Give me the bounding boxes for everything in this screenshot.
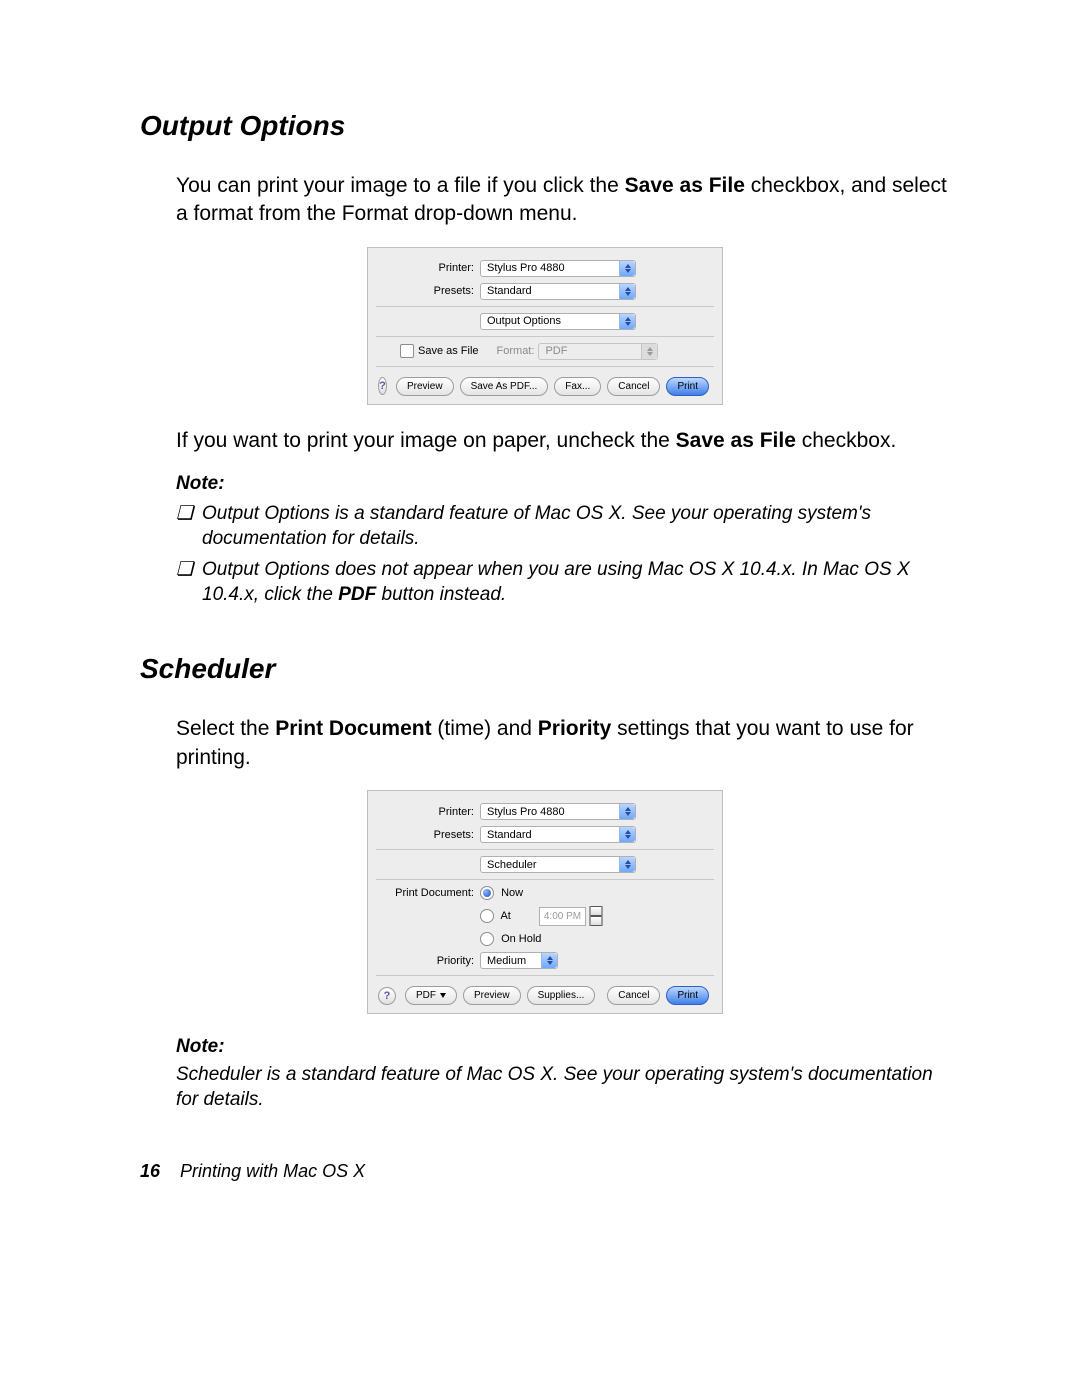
para-scheduler-1: Select the Print Document (time) and Pri… <box>140 715 950 772</box>
preview-button[interactable]: Preview <box>463 986 521 1005</box>
radio-now[interactable] <box>480 886 494 900</box>
para-output-1: You can print your image to a file if yo… <box>140 172 950 229</box>
chevron-updown-icon <box>641 344 657 359</box>
bullet-icon: ❏ <box>176 501 202 551</box>
dropdown-pane[interactable]: Output Options <box>480 313 636 330</box>
preview-button[interactable]: Preview <box>396 377 454 396</box>
time-field[interactable]: 4:00 PM <box>539 907 586 926</box>
radio-at[interactable] <box>480 909 494 923</box>
label-on-hold: On Hold <box>501 933 541 945</box>
dropdown-presets[interactable]: Standard <box>480 826 636 843</box>
dropdown-format: PDF <box>538 343 658 360</box>
dropdown-presets[interactable]: Standard <box>480 283 636 300</box>
heading-output-options: Output Options <box>140 110 950 142</box>
label-save-as-file: Save as File <box>418 345 479 357</box>
chevron-updown-icon <box>619 261 635 276</box>
time-stepper[interactable] <box>589 906 603 926</box>
label-now: Now <box>501 887 523 899</box>
label-print-document: Print Document: <box>368 887 480 899</box>
radio-on-hold[interactable] <box>480 932 494 946</box>
print-button[interactable]: Print <box>666 377 709 396</box>
label-at: At <box>500 910 510 922</box>
chevron-updown-icon <box>619 804 635 819</box>
label-printer: Printer: <box>368 262 480 274</box>
chevron-updown-icon <box>619 827 635 842</box>
checkbox-save-as-file[interactable] <box>400 344 414 358</box>
chevron-updown-icon <box>619 314 635 329</box>
chevron-updown-icon <box>619 284 635 299</box>
save-as-pdf-button[interactable]: Save As PDF... <box>460 377 549 396</box>
dialog-output-options: Printer: Stylus Pro 4880 Presets: Standa… <box>367 247 723 405</box>
note-label-2: Note: <box>140 1036 950 1058</box>
heading-scheduler: Scheduler <box>140 653 950 685</box>
note-text-scheduler: Scheduler is a standard feature of Mac O… <box>140 1062 950 1112</box>
supplies-button[interactable]: Supplies... <box>527 986 596 1005</box>
label-printer: Printer: <box>368 806 480 818</box>
label-presets: Presets: <box>368 829 480 841</box>
note-list-1: ❏ Output Options is a standard feature o… <box>140 501 950 607</box>
note-text: Output Options does not appear when you … <box>202 557 950 607</box>
cancel-button[interactable]: Cancel <box>607 377 660 396</box>
para-output-2: If you want to print your image on paper… <box>140 427 950 455</box>
dropdown-pane[interactable]: Scheduler <box>480 856 636 873</box>
footer: 16 Printing with Mac OS X <box>140 1161 365 1182</box>
page-number: 16 <box>140 1161 160 1181</box>
label-presets: Presets: <box>368 285 480 297</box>
footer-title: Printing with Mac OS X <box>180 1161 365 1181</box>
dialog-scheduler: Printer: Stylus Pro 4880 Presets: Standa… <box>367 790 723 1014</box>
fax-button[interactable]: Fax... <box>554 377 601 396</box>
chevron-updown-icon <box>541 953 557 968</box>
label-priority: Priority: <box>368 955 480 967</box>
pdf-menu-button[interactable]: PDF <box>405 986 457 1005</box>
dropdown-printer[interactable]: Stylus Pro 4880 <box>480 803 636 820</box>
page: Output Options You can print your image … <box>0 0 1080 1397</box>
bullet-icon: ❏ <box>176 557 202 607</box>
dropdown-printer[interactable]: Stylus Pro 4880 <box>480 260 636 277</box>
print-button[interactable]: Print <box>666 986 709 1005</box>
note-text: Output Options is a standard feature of … <box>202 501 950 551</box>
note-label-1: Note: <box>140 473 950 495</box>
help-icon[interactable]: ? <box>378 377 387 395</box>
dropdown-priority[interactable]: Medium <box>480 952 558 969</box>
chevron-updown-icon <box>619 857 635 872</box>
cancel-button[interactable]: Cancel <box>607 986 660 1005</box>
label-format: Format: <box>497 345 535 357</box>
help-icon[interactable]: ? <box>378 987 396 1005</box>
chevron-down-icon <box>440 993 446 998</box>
